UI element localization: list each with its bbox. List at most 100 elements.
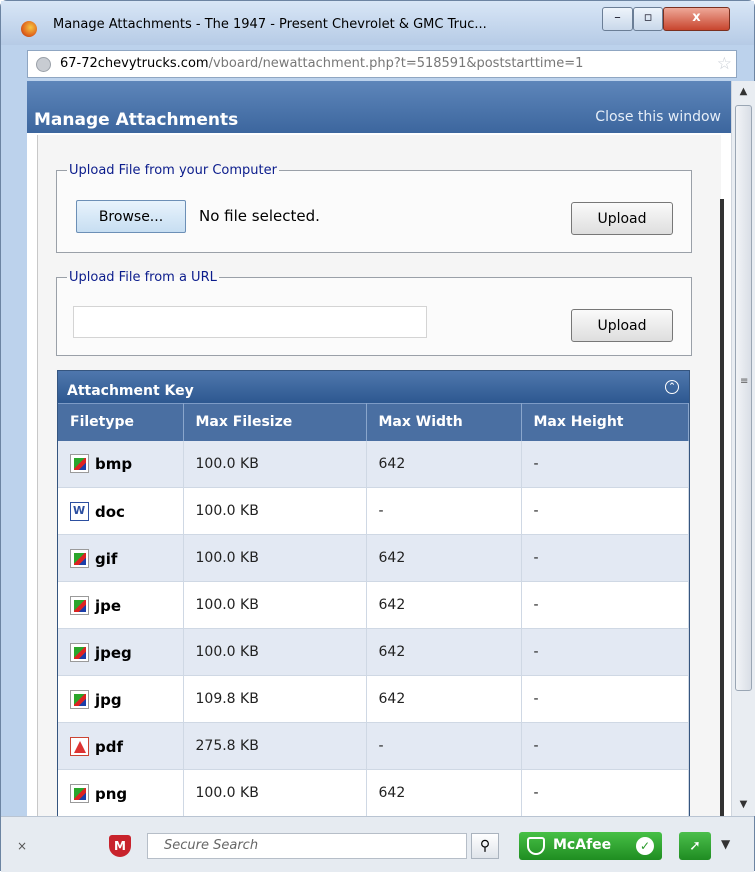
mcafee-label: McAfee xyxy=(553,837,612,853)
filetype-label: pdf xyxy=(95,737,124,756)
max-width-cell: 642 xyxy=(366,440,522,488)
image-file-icon xyxy=(70,548,89,568)
word-file-icon xyxy=(70,501,89,521)
max-height-cell: - xyxy=(521,440,689,488)
max-width-cell: - xyxy=(366,722,522,770)
browse-button[interactable]: Browse... xyxy=(76,200,186,233)
filetype-cell: gif xyxy=(58,534,184,582)
upload-file-button[interactable]: Upload xyxy=(571,202,673,235)
table-row: png 100.0 KB 642 - xyxy=(58,769,689,816)
address-url: 67-72chevytrucks.com/vboard/newattachmen… xyxy=(60,56,583,71)
filetype-label: gif xyxy=(95,549,118,568)
minimize-button[interactable]: – xyxy=(602,7,633,31)
filetype-cell: jpe xyxy=(58,581,184,629)
title-bar: Manage Attachments - The 1947 - Present … xyxy=(1,1,754,45)
max-height-cell: - xyxy=(521,487,689,535)
file-status: No file selected. xyxy=(199,207,320,225)
table-row: jpe 100.0 KB 642 - xyxy=(58,581,689,629)
max-filesize-cell: 100.0 KB xyxy=(183,487,367,535)
filetype-label: png xyxy=(95,784,128,803)
image-file-icon xyxy=(70,689,89,709)
upload-url-legend: Upload File from a URL xyxy=(69,270,217,285)
share-icon[interactable]: ➚ xyxy=(679,832,711,860)
max-width-cell: 642 xyxy=(366,581,522,629)
upload-computer-fieldset: Upload File from your Computer Browse...… xyxy=(56,163,692,253)
max-width-cell: 642 xyxy=(366,675,522,723)
url-host: 67-72chevytrucks.com xyxy=(60,56,209,71)
window-title: Manage Attachments - The 1947 - Present … xyxy=(53,17,487,32)
manage-header: Manage Attachments Close this window xyxy=(27,81,731,133)
close-window-button[interactable]: x xyxy=(663,7,730,31)
filetype-cell: bmp xyxy=(58,440,184,488)
upload-computer-legend: Upload File from your Computer xyxy=(69,163,277,178)
pdf-file-icon xyxy=(70,736,89,756)
page-title: Manage Attachments xyxy=(34,110,239,130)
secure-search-input[interactable]: Secure Search xyxy=(147,833,467,859)
mcafee-shield-icon[interactable]: M xyxy=(109,835,131,857)
filetype-cell: doc xyxy=(58,487,184,535)
scroll-down-icon[interactable]: ▼ xyxy=(732,794,755,816)
table-row: doc 100.0 KB - - xyxy=(58,487,689,535)
filetype-label: jpg xyxy=(95,690,122,709)
table-header-row: Filetype Max Filesize Max Width Max Heig… xyxy=(58,403,689,441)
filetype-cell: pdf xyxy=(58,722,184,770)
filetype-label: jpe xyxy=(95,596,122,615)
mcafee-logo-icon xyxy=(527,837,545,855)
max-filesize-cell: 275.8 KB xyxy=(183,722,367,770)
table-row: bmp 100.0 KB 642 - xyxy=(58,440,689,488)
chevron-down-icon[interactable]: ▼ xyxy=(721,837,730,851)
maximize-icon: ▫ xyxy=(643,10,653,25)
max-height-cell: - xyxy=(521,581,689,629)
close-toolbar-icon[interactable]: × xyxy=(17,839,27,853)
browser-window: Manage Attachments - The 1947 - Present … xyxy=(0,0,755,872)
close-window-link[interactable]: Close this window xyxy=(595,109,721,125)
search-placeholder: Secure Search xyxy=(164,838,259,853)
image-file-icon xyxy=(70,783,89,803)
table-row: pdf 275.8 KB - - xyxy=(58,722,689,770)
max-filesize-cell: 100.0 KB xyxy=(183,440,367,488)
filetype-cell: png xyxy=(58,769,184,816)
vertical-scrollbar[interactable]: ▲ ≡ ▼ xyxy=(731,81,755,816)
checkmark-icon: ✓ xyxy=(636,837,654,855)
filetype-label: jpeg xyxy=(95,643,132,662)
max-height-cell: - xyxy=(521,769,689,816)
max-width-cell: 642 xyxy=(366,769,522,816)
max-height-cell: - xyxy=(521,722,689,770)
page-content: Manage Attachments Close this window Upl… xyxy=(27,81,731,816)
upload-url-button[interactable]: Upload xyxy=(571,309,673,342)
scrollbar-thumb[interactable]: ≡ xyxy=(735,105,752,691)
max-filesize-cell: 100.0 KB xyxy=(183,769,367,816)
max-width-cell: - xyxy=(366,487,522,535)
maximize-button[interactable]: ▫ xyxy=(633,7,663,31)
panel-border xyxy=(720,199,724,816)
filetype-table: Filetype Max Filesize Max Width Max Heig… xyxy=(58,403,689,816)
max-height-cell: - xyxy=(521,628,689,676)
site-identity-icon[interactable] xyxy=(36,57,51,72)
attachment-key-title: Attachment Key xyxy=(67,383,194,399)
bookmark-star-icon[interactable]: ☆ xyxy=(717,54,732,74)
filetype-cell: jpeg xyxy=(58,628,184,676)
search-icon[interactable]: ⚲ xyxy=(471,833,499,859)
max-height-cell: - xyxy=(521,534,689,582)
upload-url-fieldset: Upload File from a URL Upload xyxy=(56,270,692,356)
image-file-icon xyxy=(70,642,89,662)
scroll-up-icon[interactable]: ▲ xyxy=(732,81,755,103)
max-filesize-cell: 100.0 KB xyxy=(183,581,367,629)
address-bar[interactable]: 67-72chevytrucks.com/vboard/newattachmen… xyxy=(27,50,737,78)
max-filesize-cell: 100.0 KB xyxy=(183,628,367,676)
image-file-icon xyxy=(70,595,89,615)
max-width-cell: 642 xyxy=(366,534,522,582)
url-path: /vboard/newattachment.php?t=518591&posts… xyxy=(208,56,584,71)
table-row: jpeg 100.0 KB 642 - xyxy=(58,628,689,676)
column-header-max-filesize: Max Filesize xyxy=(183,403,367,441)
mcafee-button[interactable]: McAfee ✓ xyxy=(519,832,662,860)
collapse-icon[interactable]: ⌃ xyxy=(665,380,679,394)
upload-url-input[interactable] xyxy=(73,306,427,338)
max-filesize-cell: 100.0 KB xyxy=(183,534,367,582)
close-icon: x xyxy=(692,10,701,25)
table-row: jpg 109.8 KB 642 - xyxy=(58,675,689,723)
table-row: gif 100.0 KB 642 - xyxy=(58,534,689,582)
column-header-max-width: Max Width xyxy=(366,403,522,441)
grip-icon: ≡ xyxy=(740,376,749,387)
firefox-icon xyxy=(21,21,37,37)
